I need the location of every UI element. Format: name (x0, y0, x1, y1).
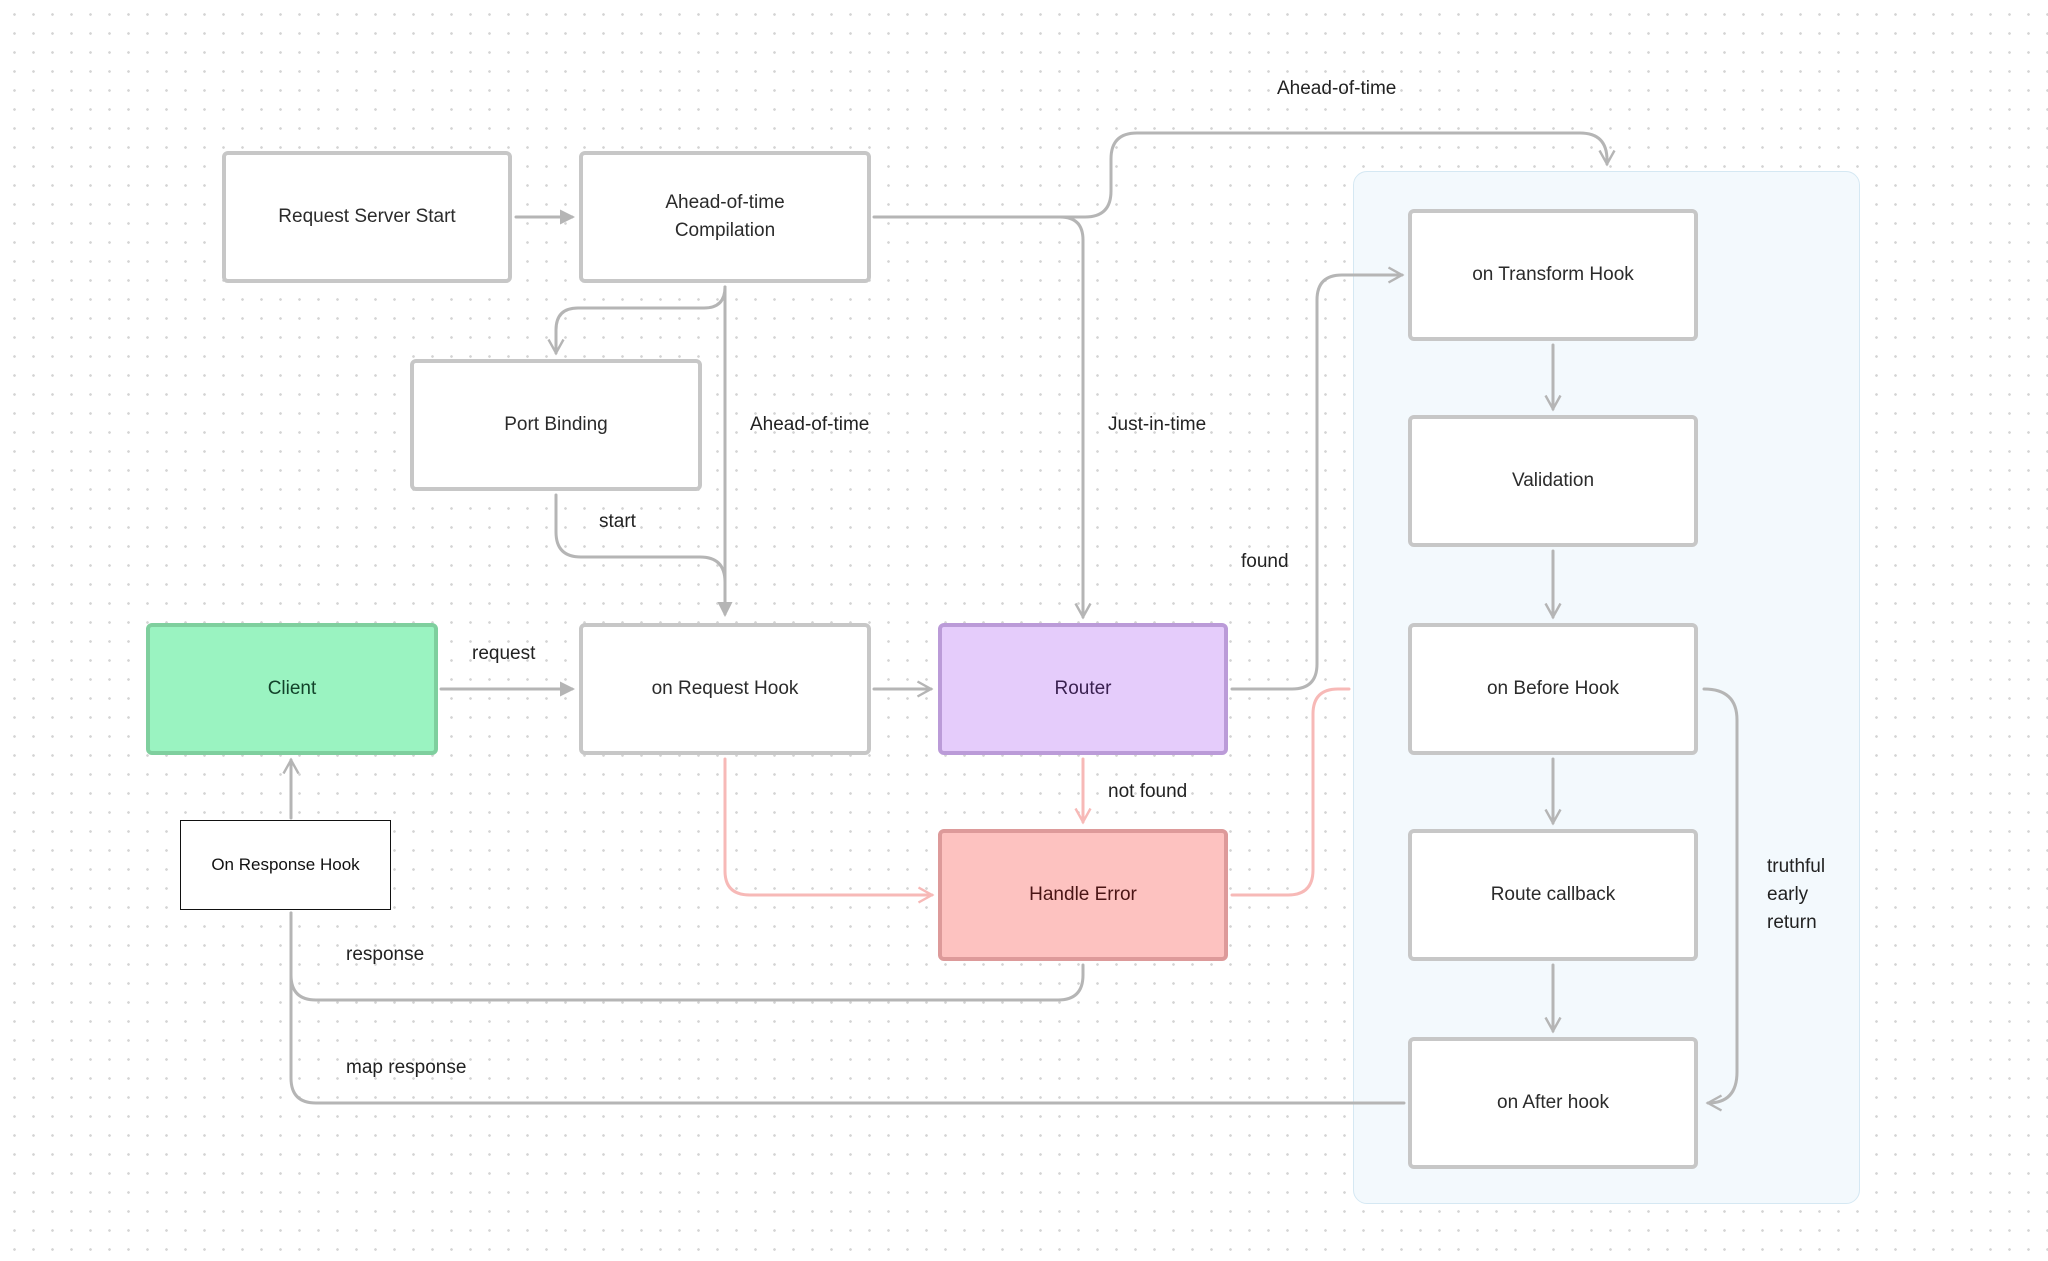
label-jit: Just-in-time (1108, 414, 1207, 435)
edge-port-start (554, 493, 727, 584)
node-on-transform-hook[interactable]: on Transform Hook (1408, 209, 1698, 341)
label-found: found (1241, 551, 1289, 572)
node-label: on After hook (1497, 1092, 1609, 1113)
node-on-before-hook[interactable]: on Before Hook (1408, 623, 1698, 755)
node-on-after-hook[interactable]: on After hook (1408, 1037, 1698, 1169)
node-label: Handle Error (1029, 884, 1137, 905)
node-label: Validation (1511, 470, 1595, 491)
node-on-request-hook[interactable]: on Request Hook (579, 623, 871, 755)
node-router[interactable]: Router (938, 623, 1228, 755)
node-label: On Response Hook (211, 855, 360, 874)
label-map-response: map response (346, 1057, 467, 1078)
node-label: Port Binding (504, 414, 608, 435)
edge-request-to-error (723, 757, 935, 904)
node-handle-error[interactable]: Handle Error (938, 829, 1228, 961)
edge-group-to-error (1230, 687, 1351, 897)
node-label: on Request Hook (651, 678, 799, 699)
label-aot-top: Ahead-of-time (1277, 78, 1397, 99)
node-aot-compilation[interactable]: Ahead-of-time Compilation (579, 151, 871, 283)
node-label: on Before Hook (1486, 678, 1620, 699)
node-route-callback[interactable]: Route callback (1408, 829, 1698, 961)
node-label: Client (267, 678, 317, 699)
label-truthful-early-return: truthful early return (1767, 856, 1826, 933)
label-aot-middle: Ahead-of-time (750, 414, 870, 435)
node-label: Request Server Start (278, 206, 456, 227)
edge-aot-to-port (547, 285, 727, 356)
label-response: response (346, 944, 425, 965)
node-label: Ahead-of-time Compilation (665, 192, 785, 241)
label-request: request (472, 643, 536, 664)
node-client[interactable]: Client (146, 623, 438, 755)
node-request-server-start[interactable]: Request Server Start (222, 151, 512, 283)
node-port-binding[interactable]: Port Binding (410, 359, 702, 491)
node-label: Router (1054, 678, 1112, 699)
edge-jit-to-router (1058, 215, 1092, 620)
node-on-response-hook[interactable]: On Response Hook (180, 820, 391, 910)
node-label: Route callback (1490, 884, 1616, 905)
label-not-found: not found (1108, 781, 1188, 802)
label-start: start (599, 511, 636, 532)
node-label: on Transform Hook (1472, 264, 1634, 285)
node-validation[interactable]: Validation (1408, 415, 1698, 547)
